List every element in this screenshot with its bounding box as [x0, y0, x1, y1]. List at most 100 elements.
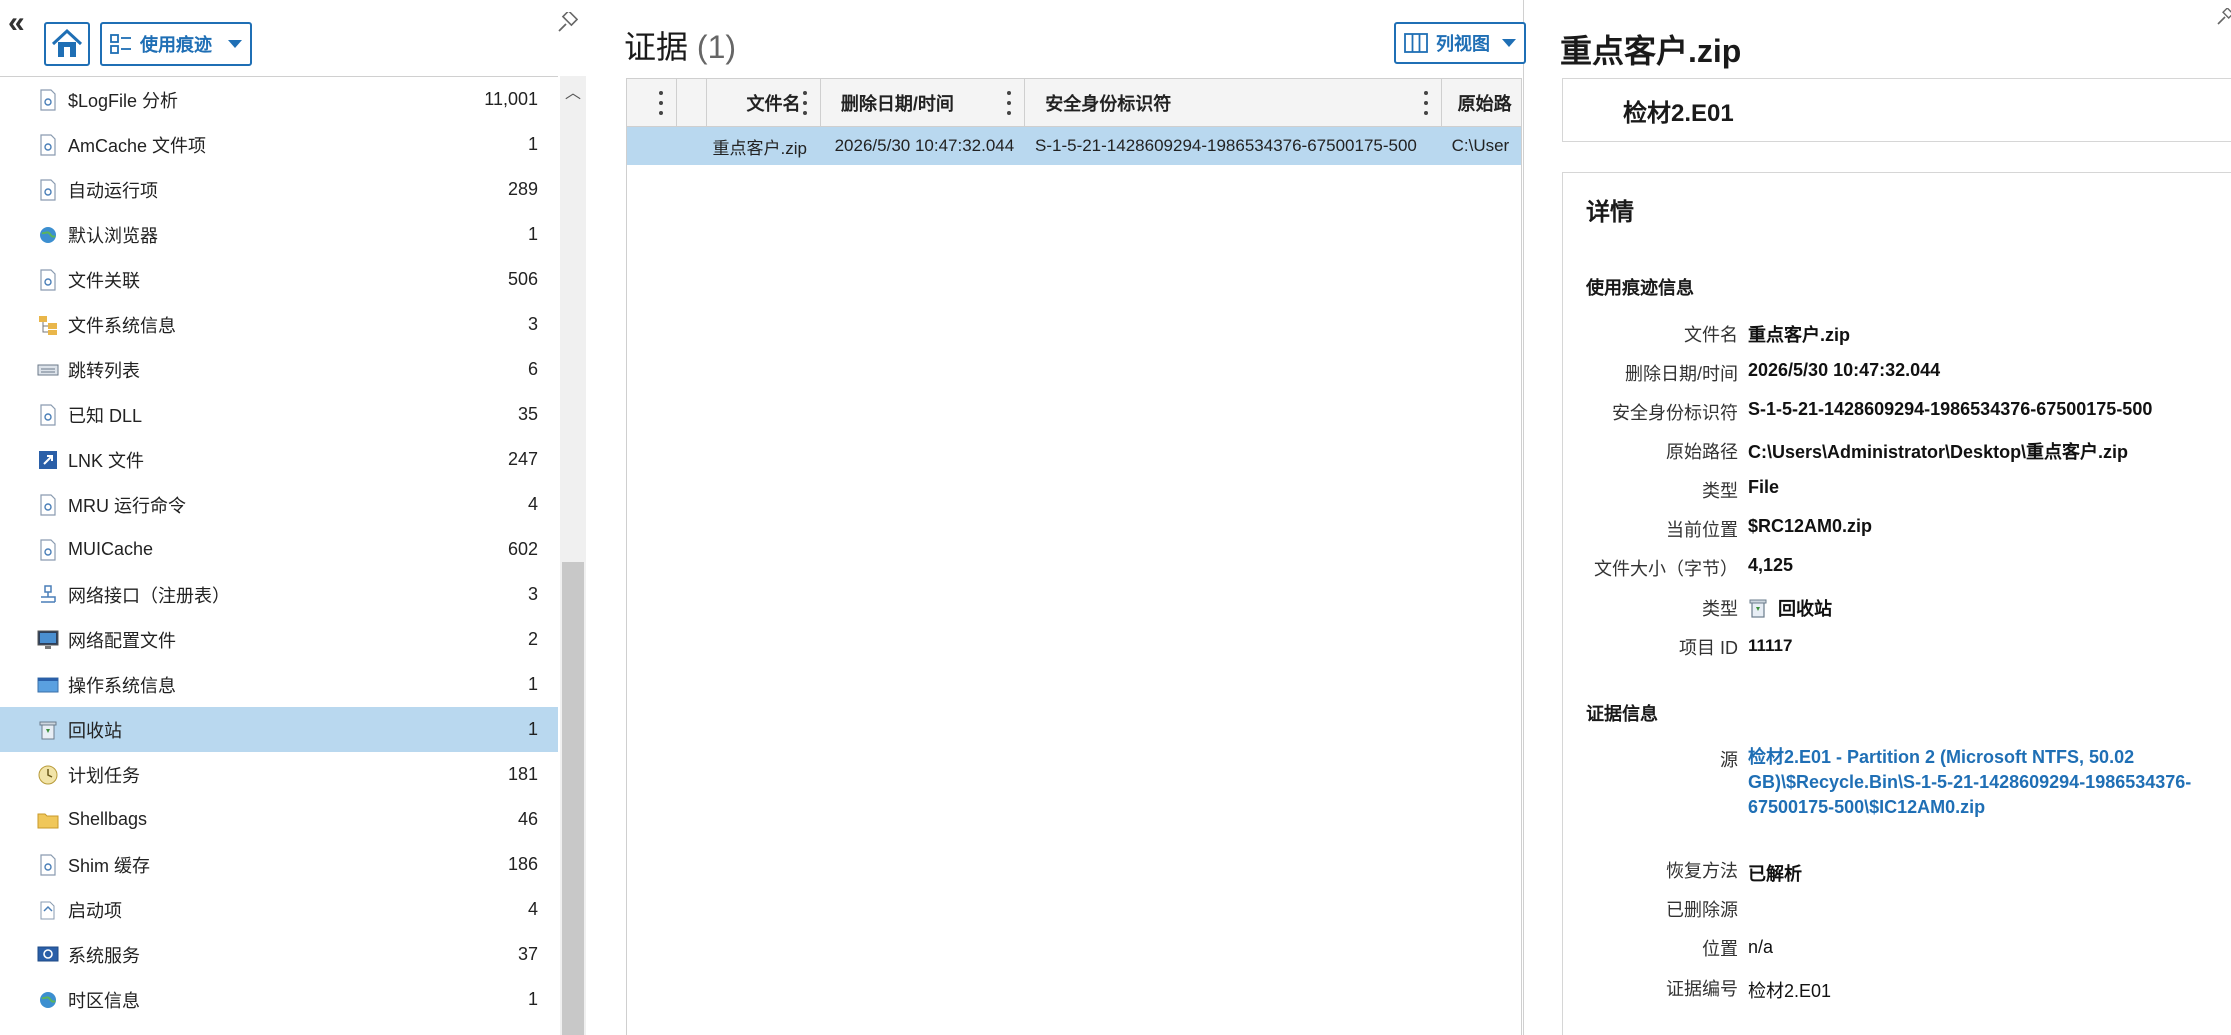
- sidebar-item[interactable]: 时区信息 1: [0, 977, 558, 1022]
- sidebar-item[interactable]: 已知 DLL 35: [0, 392, 558, 437]
- column-header-deleted-time[interactable]: 删除日期/时间: [821, 79, 1026, 127]
- field-label-deleted-source: 已删除源: [1666, 900, 1738, 920]
- table-row[interactable]: 重点客户.zip 2026/5/30 10:47:32.044 S-1-5-21…: [627, 127, 1521, 165]
- window-icon: [36, 673, 60, 697]
- sidebar-item-label: 跳转列表: [68, 360, 140, 381]
- field-value-recovery-method: 已解析: [1748, 864, 1802, 884]
- sidebar-item[interactable]: MUICache 602: [0, 527, 558, 572]
- field-label-recovery-method: 恢复方法: [1666, 861, 1738, 881]
- sidebar-item-count: 4: [527, 494, 538, 514]
- evidence-count: (1): [696, 29, 737, 65]
- shortcut-icon: [36, 448, 60, 472]
- column-header-original-path[interactable]: 原始路: [1442, 79, 1521, 127]
- collapse-panel-button[interactable]: «: [8, 8, 25, 38]
- list-view-icon: [110, 34, 131, 54]
- sidebar-item[interactable]: 系统服务 37: [0, 932, 558, 977]
- sidebar-item[interactable]: 计划任务 181: [0, 752, 558, 797]
- sidebar-item-label: 网络接口（注册表）: [68, 585, 230, 606]
- sidebar-item[interactable]: 操作系统信息 1: [0, 662, 558, 707]
- column-header-label: 删除日期/时间: [840, 94, 954, 114]
- artifact-view-dropdown[interactable]: 使用痕迹: [100, 22, 252, 66]
- evidence-title-text: 证据: [624, 29, 689, 65]
- field-label-item-id: 项目 ID: [1678, 638, 1738, 658]
- table-cell-filename: 重点客户.zip: [712, 138, 807, 158]
- column-menu-icon[interactable]: [658, 91, 664, 115]
- field-label-artifact-type: 类型: [1702, 599, 1738, 619]
- sidebar-item[interactable]: 启动项 4: [0, 887, 558, 932]
- pin-icon[interactable]: [2216, 8, 2231, 26]
- sidebar-item-label: 时区信息: [68, 990, 140, 1011]
- evidence-source-card: 检材2.E01: [1562, 78, 2231, 142]
- generic-doc-icon: [36, 853, 60, 877]
- sidebar-item-count: 35: [517, 404, 538, 424]
- field-value-artifact-type: 回收站: [1778, 599, 1832, 619]
- sidebar-item[interactable]: $LogFile 分析 11,001: [0, 77, 558, 122]
- table-cell-deleted-time: 2026/5/30 10:47:32.044: [834, 136, 1015, 155]
- keyboard-icon: [36, 358, 60, 382]
- column-header-menu[interactable]: [627, 79, 677, 127]
- sidebar-item[interactable]: 网络配置文件 2: [0, 617, 558, 662]
- evidence-table: 文件名 删除日期/时间 安全身份标识符 原始路 重点客户.zip 2026/5/…: [626, 78, 1522, 1035]
- chevron-down-icon: [1502, 39, 1516, 47]
- column-view-dropdown[interactable]: 列视图: [1394, 22, 1526, 64]
- sidebar-item[interactable]: 默认浏览器 1: [0, 212, 558, 257]
- home-icon: [51, 28, 83, 57]
- column-menu-icon[interactable]: [1423, 91, 1429, 115]
- sidebar-item-count: 1: [527, 719, 538, 739]
- sidebar-item[interactable]: AmCache 文件项 1: [0, 122, 558, 167]
- sidebar-item[interactable]: 跳转列表 6: [0, 347, 558, 392]
- clock-disc-icon: [36, 763, 60, 787]
- sidebar-item[interactable]: 自动运行项 289: [0, 167, 558, 212]
- sidebar-item[interactable]: 网络接口（注册表） 3: [0, 572, 558, 617]
- field-value-location: n/a: [1748, 937, 1774, 957]
- column-view-label: 列视图: [1436, 34, 1490, 54]
- sidebar-item-label: Shellbags: [68, 809, 148, 829]
- table-cell-original-path: C:\User: [1451, 136, 1510, 155]
- sidebar-item-label: 自动运行项: [68, 180, 158, 201]
- field-value-file-size: 4,125: [1748, 555, 1794, 575]
- sidebar-item[interactable]: 文件系统信息 3: [0, 302, 558, 347]
- category-scrollbar[interactable]: ︿: [560, 76, 586, 1035]
- sidebar-item-count: 247: [507, 449, 538, 469]
- column-header-filename[interactable]: 文件名: [707, 79, 821, 127]
- column-menu-icon[interactable]: [802, 91, 808, 115]
- column-menu-icon[interactable]: [1006, 91, 1012, 115]
- sidebar-item-count: 186: [507, 854, 538, 874]
- sidebar-item-count: 37: [517, 944, 538, 964]
- left-panel: « 使用痕迹 $LogFile 分析 11,001 AmCache 文件项 1 自动运行…: [0, 0, 592, 1035]
- column-header-label: 安全身份标识符: [1045, 94, 1172, 114]
- table-cell: [627, 127, 677, 165]
- generic-doc-icon: [36, 268, 60, 292]
- sidebar-item-label: MRU 运行命令: [68, 495, 186, 516]
- sidebar-item[interactable]: MRU 运行命令 4: [0, 482, 558, 527]
- sidebar-item-count: 11,001: [484, 89, 538, 109]
- sidebar-item-count: 506: [507, 269, 538, 289]
- sidebar-item-label: MUICache: [68, 539, 154, 559]
- sidebar-item-label: Shim 缓存: [68, 855, 151, 876]
- evidence-source-name: 检材2.E01: [1623, 99, 1734, 127]
- column-header-sid[interactable]: 安全身份标识符: [1025, 79, 1442, 127]
- scroll-up-icon[interactable]: ︿: [560, 76, 586, 106]
- sidebar-item[interactable]: Shim 缓存 186: [0, 842, 558, 887]
- sidebar-item-count: 1: [527, 674, 538, 694]
- recycle-bin-icon: [1749, 599, 1767, 618]
- field-value-source-link[interactable]: 检材2.E01 - Partition 2 (Microsoft NTFS, 5…: [1748, 745, 2218, 820]
- sidebar-item-label: AmCache 文件项: [68, 135, 207, 156]
- column-header-flag[interactable]: [677, 79, 707, 127]
- artifact-info-heading: 使用痕迹信息: [1586, 278, 1694, 298]
- sidebar-item[interactable]: 回收站 1: [0, 707, 558, 752]
- field-label-source: 源: [1720, 750, 1738, 770]
- column-header-label: 原始路: [1457, 94, 1512, 114]
- sidebar-item[interactable]: Shellbags 46: [0, 797, 558, 842]
- recycle-bin-icon: [36, 718, 60, 742]
- pin-icon[interactable]: [556, 12, 578, 34]
- home-button[interactable]: [44, 22, 90, 66]
- scrollbar-thumb[interactable]: [562, 562, 584, 1035]
- folder-tree-icon: [36, 313, 60, 337]
- sidebar-item-label: 网络配置文件: [68, 630, 176, 651]
- evidence-title: 证据 (1): [624, 22, 736, 68]
- sidebar-item[interactable]: LNK 文件 247: [0, 437, 558, 482]
- sidebar-item[interactable]: 文件关联 506: [0, 257, 558, 302]
- sidebar-item-label: 回收站: [68, 720, 122, 741]
- sidebar-item-count: 1: [527, 989, 538, 1009]
